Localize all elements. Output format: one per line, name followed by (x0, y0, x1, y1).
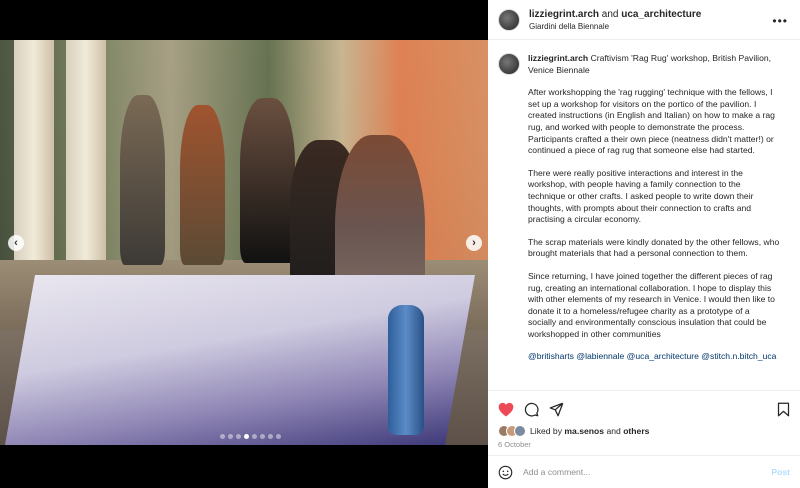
likes-connector: and (606, 426, 621, 436)
post-header: lizziegrint.arch and uca_architecture Gi… (488, 0, 800, 40)
liker-avatar (514, 425, 526, 437)
likes-summary: Liked by ma.senos and others (498, 425, 790, 437)
post-authors: lizziegrint.arch and uca_architecture (529, 9, 701, 20)
likes-others[interactable]: others (623, 426, 649, 436)
post-author-info: lizziegrint.arch and uca_architecture Gi… (529, 9, 701, 31)
post-photo[interactable] (0, 40, 488, 445)
comment-bar: Post (488, 455, 800, 488)
avatar[interactable] (498, 8, 520, 31)
carousel-dot (252, 434, 257, 439)
photo-person (240, 98, 295, 263)
caption-paragraph: There were really positive interactions … (528, 167, 754, 225)
more-options-icon[interactable]: ••• (772, 14, 788, 28)
chevron-right-icon[interactable]: › (466, 235, 482, 251)
post-actions: Liked by ma.senos and others 6 October (488, 390, 800, 450)
caption-title-line: lizziegrint.arch Craftivism 'Rag Rug' wo… (528, 53, 780, 76)
media-viewer: ‹ › (0, 0, 488, 488)
emoji-icon[interactable] (498, 465, 513, 480)
carousel-dot (260, 434, 265, 439)
likes-text: Liked by ma.senos and others (530, 426, 649, 436)
action-icons (498, 399, 790, 419)
carousel-dot (244, 434, 249, 439)
likes-prefix: Liked by (530, 426, 563, 436)
carousel-dot (228, 434, 233, 439)
carousel-dot (236, 434, 241, 439)
heart-icon[interactable] (498, 402, 514, 417)
photo-person (120, 95, 165, 265)
caption-body: lizziegrint.arch Craftivism 'Rag Rug' wo… (528, 53, 780, 374)
carousel-dots (220, 434, 281, 439)
post-comment-button[interactable]: Post (771, 467, 790, 477)
caption-row: lizziegrint.arch Craftivism 'Rag Rug' wo… (498, 53, 790, 374)
caption-tags[interactable]: @britisharts @labiennale @uca_architectu… (528, 351, 780, 363)
author-username[interactable]: lizziegrint.arch (529, 9, 599, 20)
chevron-left-icon[interactable]: ‹ (8, 235, 24, 251)
caption-username[interactable]: lizziegrint.arch (528, 53, 588, 63)
caption-paragraph: After workshopping the 'rag rugging' tec… (528, 87, 775, 156)
photo-bottle (388, 305, 424, 435)
avatar[interactable] (498, 53, 520, 75)
share-icon[interactable] (549, 402, 564, 417)
photo-column (66, 40, 106, 280)
photo-person (180, 105, 225, 265)
caption-area: lizziegrint.arch Craftivism 'Rag Rug' wo… (488, 41, 800, 390)
author-connector: and (601, 8, 619, 20)
post-dialog: ‹ › lizziegrint.arch and uca_architectur… (0, 0, 800, 488)
liker-username[interactable]: ma.senos (564, 426, 604, 436)
carousel-dot (220, 434, 225, 439)
post-side-panel: lizziegrint.arch and uca_architecture Gi… (488, 0, 800, 488)
caption-paragraph: The scrap materials were kindly donated … (528, 236, 780, 259)
comment-icon[interactable] (524, 402, 539, 417)
post-date[interactable]: 6 October (498, 440, 790, 449)
carousel-dot (276, 434, 281, 439)
caption-paragraph: Since returning, I have joined together … (528, 270, 775, 339)
collaborator-username[interactable]: uca_architecture (621, 9, 701, 20)
post-location[interactable]: Giardini della Biennale (529, 22, 701, 31)
bookmark-icon[interactable] (777, 402, 790, 417)
carousel-dot (268, 434, 273, 439)
comment-input[interactable] (523, 467, 772, 477)
